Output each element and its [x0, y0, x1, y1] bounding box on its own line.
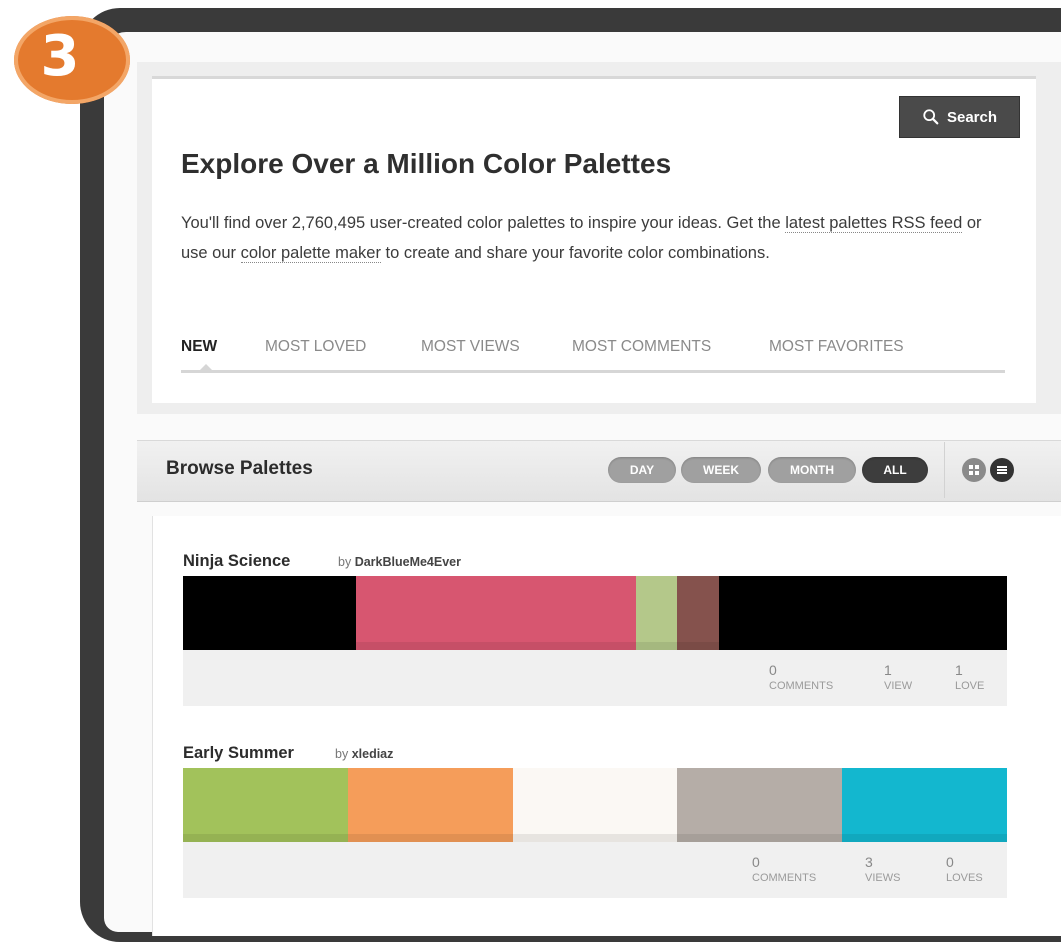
search-icon	[923, 109, 939, 125]
stat-label: COMMENTS	[752, 872, 817, 884]
step-badge: 3	[14, 16, 130, 104]
filter-all-button[interactable]: ALL	[862, 457, 928, 483]
color-swatch[interactable]	[677, 576, 719, 650]
rss-feed-link[interactable]: latest palettes RSS feed	[785, 214, 963, 233]
palette-stats: 0 COMMENTS 1 VIEW 1 LOVE	[183, 650, 1007, 706]
stat-label: LOVES	[946, 872, 983, 884]
sort-tabs: NEW MOST LOVED MOST VIEWS MOST COMMENTS …	[181, 336, 1005, 373]
palette-maker-link[interactable]: color palette maker	[240, 244, 381, 263]
color-swatch[interactable]	[718, 576, 1007, 650]
author-link[interactable]: xlediaz	[352, 747, 394, 761]
active-tab-indicator	[200, 364, 212, 370]
stat-views: 3 VIEWS	[865, 854, 900, 884]
color-swatch[interactable]	[183, 576, 357, 650]
page-title: Explore Over a Million Color Palettes	[181, 148, 672, 179]
palette-name[interactable]: Early Summer	[183, 744, 294, 763]
color-swatch[interactable]	[677, 768, 843, 842]
stat-number: 1	[955, 662, 963, 678]
stat-views: 1 VIEW	[884, 662, 912, 692]
filter-week-button[interactable]: WEEK	[681, 457, 761, 483]
stat-label: VIEWS	[865, 872, 901, 884]
tab-most-comments[interactable]: MOST COMMENTS	[572, 338, 711, 356]
stat-comments: 0 COMMENTS	[769, 662, 833, 692]
color-swatch[interactable]	[347, 768, 513, 842]
divider	[944, 442, 945, 498]
stat-label: VIEW	[884, 680, 913, 692]
stat-comments: 0 COMMENTS	[752, 854, 816, 884]
palette-author: by xlediaz	[335, 747, 393, 761]
palette-stats: 0 COMMENTS 3 VIEWS 0 LOVES	[183, 842, 1007, 898]
step-number: 3	[40, 23, 80, 89]
stat-label: COMMENTS	[769, 680, 834, 692]
stat-number: 1	[884, 662, 892, 678]
author-link[interactable]: DarkBlueMe4Ever	[355, 555, 461, 569]
grid-view-button[interactable]	[962, 458, 986, 482]
stat-loves: 0 LOVES	[946, 854, 983, 884]
by-label: by	[338, 555, 352, 569]
stat-loves: 1 LOVE	[955, 662, 984, 692]
by-label: by	[335, 747, 349, 761]
page-description: You'll find over 2,760,495 user-created …	[181, 208, 1011, 268]
palette-swatches[interactable]	[183, 576, 1007, 650]
search-button[interactable]: Search	[899, 96, 1020, 138]
color-swatch[interactable]	[183, 768, 348, 842]
palette-name[interactable]: Ninja Science	[183, 552, 290, 571]
tab-most-views[interactable]: MOST VIEWS	[421, 338, 520, 356]
tab-most-favorites[interactable]: MOST FAVORITES	[769, 338, 904, 356]
list-view-button[interactable]	[990, 458, 1014, 482]
stat-number: 0	[769, 662, 777, 678]
description-text: to create and share your favorite color …	[380, 244, 770, 262]
filter-month-button[interactable]: MONTH	[768, 457, 856, 483]
palette-author: by DarkBlueMe4Ever	[338, 555, 461, 569]
stat-label: LOVE	[955, 680, 985, 692]
color-swatch[interactable]	[842, 768, 1007, 842]
filter-day-button[interactable]: DAY	[608, 457, 676, 483]
grid-icon	[969, 465, 979, 475]
color-swatch[interactable]	[356, 576, 637, 650]
palette-swatches[interactable]	[183, 768, 1007, 842]
stat-number: 3	[865, 854, 873, 870]
color-swatch[interactable]	[636, 576, 678, 650]
description-text: You'll find over 2,760,495 user-created …	[181, 214, 786, 232]
stat-number: 0	[752, 854, 760, 870]
list-icon	[997, 466, 1007, 474]
stat-number: 0	[946, 854, 954, 870]
tab-most-loved[interactable]: MOST LOVED	[265, 338, 366, 356]
browse-title: Browse Palettes	[166, 458, 313, 479]
search-label: Search	[946, 108, 998, 126]
color-swatch[interactable]	[512, 768, 678, 842]
tab-new[interactable]: NEW	[181, 338, 217, 356]
